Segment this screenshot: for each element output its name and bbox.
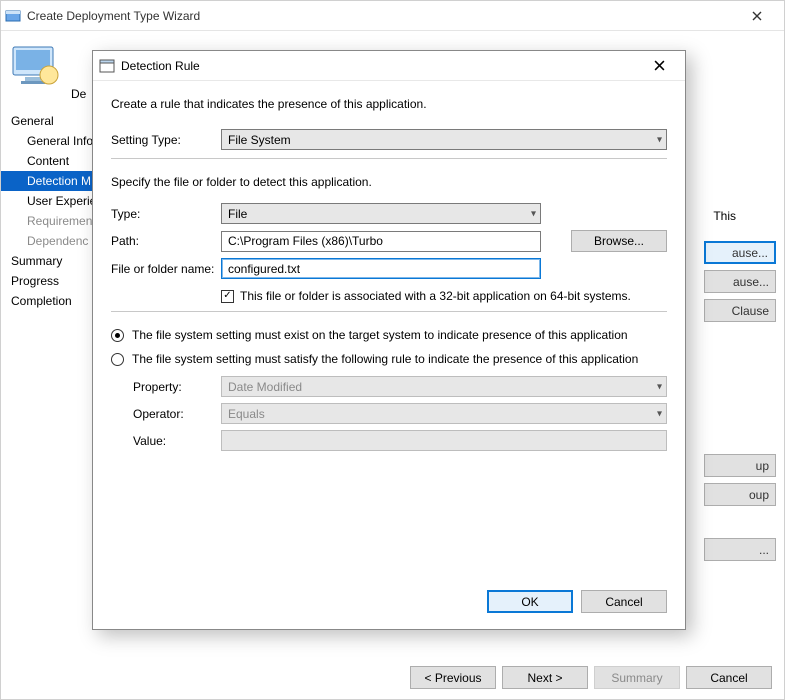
type-label: Type: [111, 207, 221, 221]
dialog-titlebar: Detection Rule [93, 51, 685, 81]
setting-type-value: File System [228, 133, 291, 147]
add-clause-button[interactable]: ause... [704, 241, 776, 264]
assoc-32bit-checkbox[interactable]: ✓ [221, 290, 234, 303]
ungroup-button[interactable]: oup [704, 483, 776, 506]
dialog-close-icon[interactable] [639, 52, 679, 80]
clause-buttons-partial: ause... ause... Clause up oup ... [704, 241, 776, 561]
dialog-title: Detection Rule [121, 59, 639, 73]
radio-must-exist[interactable] [111, 329, 124, 342]
operator-select: Equals ▾ [221, 403, 667, 424]
path-value: C:\Program Files (x86)\Turbo [228, 234, 383, 248]
ok-button[interactable]: OK [487, 590, 573, 613]
chevron-down-icon: ▾ [657, 134, 662, 145]
detection-rule-dialog: Detection Rule Create a rule that indica… [92, 50, 686, 630]
truncated-header-text: De [71, 87, 86, 101]
assoc-32bit-label: This file or folder is associated with a… [240, 289, 631, 303]
dialog-intro-text: Create a rule that indicates the presenc… [111, 97, 667, 111]
next-button[interactable]: Next > [502, 666, 588, 689]
value-label: Value: [133, 434, 221, 448]
divider [111, 311, 667, 312]
parent-title: Create Deployment Type Wizard [27, 9, 734, 23]
type-value: File [228, 207, 247, 221]
truncated-this-text: This [713, 209, 736, 223]
radio-must-exist-label: The file system setting must exist on th… [132, 328, 628, 342]
file-name-value: configured.txt [228, 262, 300, 276]
browse-button[interactable]: Browse... [571, 230, 667, 252]
setting-type-select[interactable]: File System ▾ [221, 129, 667, 150]
dialog-footer: OK Cancel [93, 578, 685, 629]
path-label: Path: [111, 234, 221, 248]
radio-satisfy-rule-label: The file system setting must satisfy the… [132, 352, 638, 366]
radio-satisfy-rule[interactable] [111, 353, 124, 366]
chevron-down-icon: ▾ [657, 381, 662, 392]
summary-button[interactable]: Summary [594, 666, 680, 689]
wizard-footer: < Previous Next > Summary Cancel [410, 666, 772, 689]
delete-clause-button[interactable]: Clause [704, 299, 776, 322]
app-icon [5, 8, 21, 24]
setting-type-label: Setting Type: [111, 133, 221, 147]
value-input [221, 430, 667, 451]
wizard-monitor-icon [11, 41, 61, 91]
chevron-down-icon: ▾ [657, 408, 662, 419]
dialog-icon [99, 58, 115, 74]
cancel-button[interactable]: Cancel [581, 590, 667, 613]
parent-titlebar: Create Deployment Type Wizard [1, 1, 784, 31]
previous-button[interactable]: < Previous [410, 666, 496, 689]
operator-value: Equals [228, 407, 265, 421]
property-select: Date Modified ▾ [221, 376, 667, 397]
group-button[interactable]: up [704, 454, 776, 477]
type-select[interactable]: File ▾ [221, 203, 541, 224]
file-name-label: File or folder name: [111, 262, 221, 276]
property-label: Property: [133, 380, 221, 394]
close-icon[interactable] [734, 1, 780, 31]
dialog-body: Create a rule that indicates the presenc… [93, 81, 685, 578]
divider [111, 158, 667, 159]
edit-clause-button[interactable]: ause... [704, 270, 776, 293]
specify-text: Specify the file or folder to detect thi… [111, 175, 667, 189]
file-name-input[interactable]: configured.txt [221, 258, 541, 279]
more-button[interactable]: ... [704, 538, 776, 561]
chevron-down-icon: ▾ [531, 208, 536, 219]
cancel-wizard-button[interactable]: Cancel [686, 666, 772, 689]
operator-label: Operator: [133, 407, 221, 421]
path-input[interactable]: C:\Program Files (x86)\Turbo [221, 231, 541, 252]
property-value: Date Modified [228, 380, 302, 394]
